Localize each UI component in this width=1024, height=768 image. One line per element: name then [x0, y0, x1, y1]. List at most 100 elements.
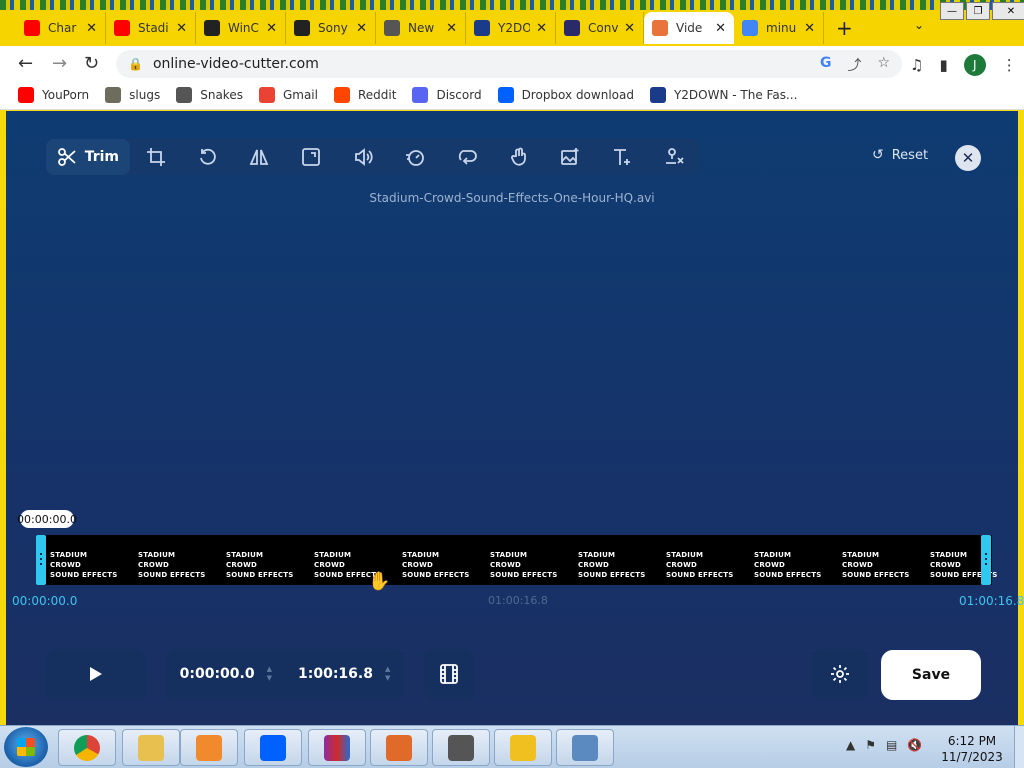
taskbar-dropbox[interactable]	[244, 729, 302, 766]
film-mode-button[interactable]	[424, 649, 474, 699]
trim-start-handle[interactable]	[36, 535, 46, 585]
browser-tab[interactable]: Sony ✕	[286, 12, 376, 44]
show-desktop-button[interactable]	[1014, 726, 1024, 768]
rotate-tool-button[interactable]	[182, 139, 234, 175]
taskbar-app-6[interactable]	[370, 729, 428, 766]
playhead-time-bubble[interactable]: 00:00:00.0	[17, 510, 77, 528]
share-icon[interactable]: ⤴	[847, 55, 861, 75]
taskbar-chrome[interactable]	[58, 729, 116, 766]
tab-close-icon[interactable]: ✕	[804, 21, 815, 36]
tab-close-icon[interactable]: ✕	[266, 21, 277, 36]
browser-tab[interactable]: Stadi ✕	[106, 12, 196, 44]
save-button[interactable]: Save	[881, 650, 981, 700]
frame-text-line2: SOUND EFFECTS	[226, 571, 294, 579]
speed-tool-button[interactable]	[389, 139, 441, 175]
end-time-stepper[interactable]: ▲ ▼	[385, 665, 390, 683]
stabilize-tool-button[interactable]	[493, 139, 545, 175]
tab-close-icon[interactable]: ✕	[624, 21, 635, 36]
address-bar[interactable]: 🔒 online-video-cutter.com G ⤴ ☆	[116, 50, 902, 78]
taskbar-app-8[interactable]	[494, 729, 552, 766]
frame-text-line2: SOUND EFFECTS	[402, 571, 470, 579]
slug-icon	[105, 86, 122, 103]
bookmark-item[interactable]: Snakes	[176, 86, 243, 103]
text-plus-icon	[614, 149, 631, 165]
browser-toolbar: ← → ↻ 🔒 online-video-cutter.com G ⤴ ☆ ♫ …	[0, 46, 1024, 80]
url-text: online-video-cutter.com	[152, 56, 319, 72]
taskbar-media-player[interactable]	[180, 729, 238, 766]
taskbar-app-7[interactable]	[432, 729, 490, 766]
tab-close-icon[interactable]: ✕	[715, 21, 726, 36]
image-tool-button[interactable]	[545, 139, 597, 175]
tab-close-icon[interactable]: ✕	[176, 21, 187, 36]
tab-close-icon[interactable]: ✕	[536, 21, 547, 36]
end-time-input[interactable]: 1:00:16.8	[298, 666, 373, 682]
reload-icon[interactable]: ↻	[84, 53, 99, 74]
start-button[interactable]	[4, 727, 48, 767]
resize-tool-button[interactable]	[285, 139, 337, 175]
start-time-stepper[interactable]: ▲ ▼	[267, 665, 272, 683]
clock[interactable]: 6:12 PM 11/7/2023	[932, 733, 1012, 765]
side-panel-icon[interactable]: ▮	[939, 56, 947, 74]
play-button[interactable]	[46, 649, 146, 699]
timeline-filmstrip[interactable]: STADIUM CROWD SOUND EFFECTS STADIUM CROWD S…	[40, 535, 997, 585]
reddit-icon	[333, 86, 350, 103]
bookmark-item[interactable]: slugs	[105, 86, 160, 103]
bookmark-star-icon[interactable]: ☆	[877, 55, 890, 75]
taskbar-winrar[interactable]	[308, 729, 366, 766]
flag-icon[interactable]: ⚑	[865, 738, 876, 752]
browser-tab[interactable]: WinC ✕	[196, 12, 286, 44]
dropbox-icon	[260, 734, 286, 761]
bookmark-item[interactable]: Y2DOWN - The Fas...	[649, 86, 797, 103]
image-plus-icon	[561, 148, 579, 165]
bookmark-item[interactable]: Gmail	[258, 86, 318, 103]
discord-icon	[412, 86, 429, 103]
browser-tab[interactable]: New ✕	[376, 12, 466, 44]
settings-button[interactable]	[812, 649, 868, 699]
tab-close-icon[interactable]: ✕	[86, 21, 97, 36]
back-arrow-icon[interactable]: ←	[18, 53, 33, 74]
taskbar-explorer[interactable]	[122, 729, 180, 766]
tab-close-icon[interactable]: ✕	[356, 21, 367, 36]
restore-button[interactable]: ❐	[966, 2, 990, 20]
close-editor-button[interactable]: ✕	[955, 145, 981, 171]
text-tool-button[interactable]	[596, 139, 648, 175]
crop-tool-button[interactable]	[130, 139, 182, 175]
gmail-icon	[258, 86, 275, 103]
new-tab-button[interactable]: +	[836, 16, 853, 40]
browser-tab[interactable]: minu ✕	[734, 12, 824, 44]
bookmark-label: Snakes	[200, 87, 243, 102]
network-icon[interactable]: ▤	[886, 738, 897, 752]
tray-expand-icon[interactable]: ▲	[846, 738, 855, 752]
hand-cursor-icon: ✋	[368, 571, 391, 592]
bookmark-item[interactable]: Dropbox download	[497, 86, 634, 103]
google-lens-icon[interactable]: G	[820, 55, 832, 75]
browser-tab[interactable]: Char ✕	[16, 12, 106, 44]
profile-avatar[interactable]: J	[963, 54, 986, 76]
bookmark-item[interactable]: Discord	[412, 86, 482, 103]
forward-arrow-icon[interactable]: →	[52, 53, 67, 74]
remove-logo-tool-button[interactable]	[648, 139, 700, 175]
browser-tab[interactable]: Conv ✕	[556, 12, 644, 44]
frame-text-line1: STADIUM CROWD	[666, 551, 704, 569]
tab-search-chevron-icon[interactable]: ⌄	[914, 18, 924, 32]
start-time-input[interactable]: 0:00:00.0	[180, 666, 255, 682]
browser-tab[interactable]: Y2DO ✕	[466, 12, 556, 44]
flip-tool-button[interactable]	[233, 139, 285, 175]
reset-button[interactable]: ↺ Reset	[872, 147, 928, 163]
tab-close-icon[interactable]: ✕	[446, 21, 457, 36]
media-controls-icon[interactable]: ♫	[910, 56, 923, 74]
volume-tool-button[interactable]	[337, 139, 389, 175]
volume-muted-icon[interactable]: 🔇	[907, 738, 922, 752]
trim-tool-button[interactable]: Trim	[46, 139, 130, 175]
window-close-button[interactable]: ✕	[992, 2, 1024, 20]
kebab-menu-icon[interactable]: ⋮	[1002, 56, 1017, 74]
globe-icon	[176, 86, 193, 103]
bookmark-item[interactable]: YouPorn	[18, 86, 89, 103]
tab-title: Char	[48, 21, 77, 35]
browser-tab[interactable]: Vide ✕	[644, 12, 734, 44]
minimize-button[interactable]: —	[940, 2, 964, 20]
trim-end-handle[interactable]	[981, 535, 991, 585]
loop-tool-button[interactable]	[441, 139, 493, 175]
bookmark-item[interactable]: Reddit	[333, 86, 396, 103]
taskbar-app-9[interactable]	[556, 729, 614, 766]
